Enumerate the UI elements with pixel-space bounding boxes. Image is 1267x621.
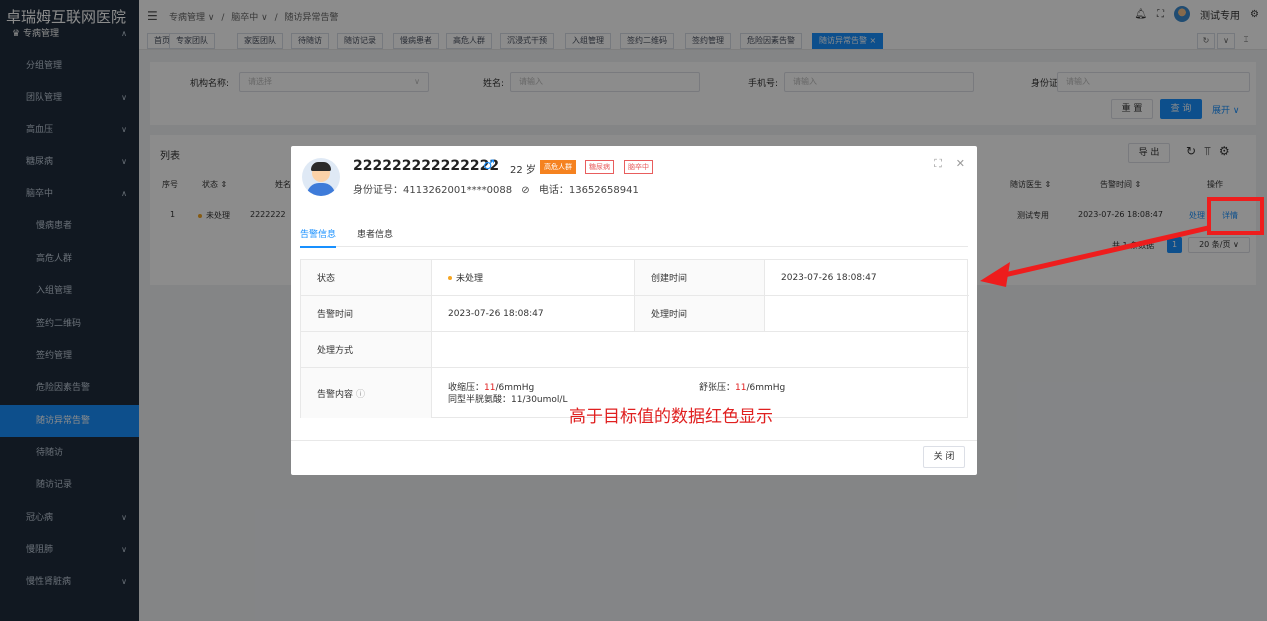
content-label: 告警内容 ⓘ: [301, 368, 432, 418]
tab-alarm-info[interactable]: 告警信息: [300, 227, 337, 248]
status-label: 状态: [301, 260, 432, 296]
handled-time-value: [765, 296, 969, 332]
male-icon: ♂: [483, 158, 495, 173]
help-icon[interactable]: ⓘ: [356, 387, 365, 400]
alarm-time-label: 告警时间: [301, 296, 432, 332]
highlight-box: [1207, 197, 1264, 235]
created-label: 创建时间: [635, 260, 765, 296]
patient-id-line: 身份证号：4113262001****0088 ⊘ 电话：13652658941: [353, 185, 639, 196]
handled-time-label: 处理时间: [635, 296, 765, 332]
systolic: 收缩压：11/6mmHg: [448, 383, 535, 393]
patient-age: 22 岁: [510, 165, 536, 176]
modal-footer-divider: [291, 440, 977, 441]
patient-name: 222222222222222: [353, 158, 500, 174]
method-value: [432, 332, 969, 368]
created-value: 2023-07-26 18:08:47: [765, 260, 969, 296]
close-button[interactable]: 关 闭: [923, 446, 965, 468]
close-icon[interactable]: ✕: [956, 157, 965, 171]
fullscreen-icon[interactable]: ⛶: [934, 157, 942, 171]
diastolic: 舒张压：11/6mmHg: [699, 383, 786, 393]
badge-diabetes: 糖尿病: [585, 160, 614, 174]
alarm-time-value: 2023-07-26 18:08:47: [432, 296, 635, 332]
annotation-text: 高于目标值的数据红色显示: [569, 407, 773, 427]
tab-patient-info[interactable]: 患者信息: [357, 227, 393, 240]
modal-tabs: 告警信息 患者信息: [300, 223, 968, 248]
badge-stroke: 脑卒中: [624, 160, 653, 174]
badge-high-risk: 高危人群: [540, 160, 576, 174]
patient-avatar: [302, 158, 340, 196]
alarm-detail-table: 状态 未处理 创建时间 2023-07-26 18:08:47 告警时间 202…: [300, 259, 969, 418]
modal-controls: ⛶ ✕: [934, 157, 965, 171]
method-label: 处理方式: [301, 332, 432, 368]
status-value: 未处理: [432, 260, 635, 296]
eye-off-icon[interactable]: ⊘: [521, 185, 529, 196]
